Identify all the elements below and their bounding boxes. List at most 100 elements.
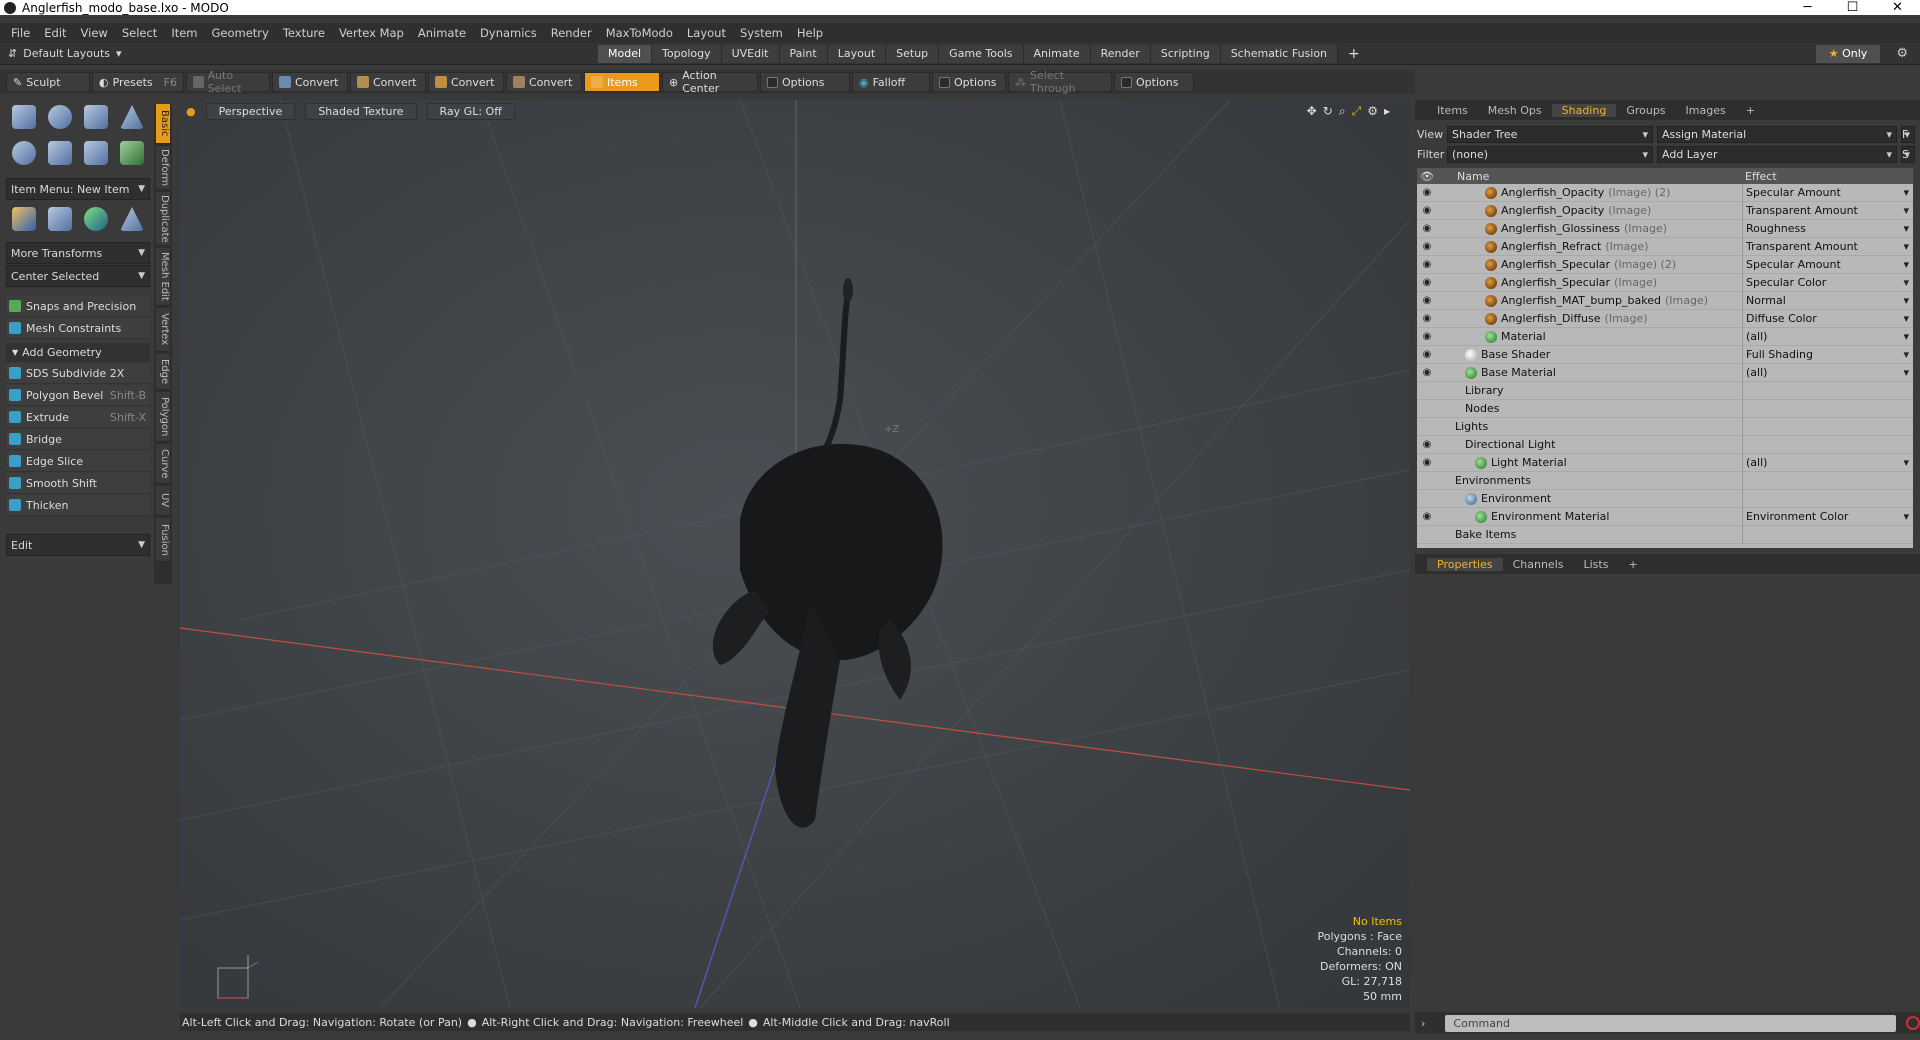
tool-extrude[interactable]: Extrude Shift-X: [6, 407, 150, 428]
menu-layout[interactable]: Layout: [680, 26, 733, 40]
row-effect[interactable]: Transparent Amount: [1742, 237, 1913, 256]
grid-icon[interactable]: [48, 207, 72, 231]
presets-button[interactable]: ◐ Presets F6: [92, 72, 184, 92]
vtab-deform[interactable]: Deform: [156, 146, 170, 190]
default-layouts-dropdown[interactable]: ⇵ Default Layouts ▾: [8, 47, 598, 60]
tab-properties[interactable]: Properties: [1427, 557, 1503, 571]
more-transforms-dropdown[interactable]: More Transforms ▼: [6, 242, 150, 264]
vtab-uv[interactable]: UV: [156, 486, 170, 516]
auto-select-button[interactable]: Auto Select: [186, 69, 270, 95]
shader-tree-row[interactable]: Environments: [1417, 471, 1913, 490]
shader-tree-row[interactable]: ◉ Anglerfish_Opacity (Image) Transparent Am…: [1417, 201, 1913, 220]
tab-setup[interactable]: Setup: [886, 44, 940, 63]
shader-tree-row[interactable]: ◉ Directional Light: [1417, 435, 1913, 454]
falloff-options-button[interactable]: Options: [932, 72, 1006, 92]
shader-tree-row[interactable]: Environment: [1417, 489, 1913, 508]
vtab-vertex[interactable]: Vertex: [156, 308, 170, 352]
visibility-eye-icon[interactable]: ◉: [1417, 223, 1437, 234]
visibility-eye-icon[interactable]: ◉: [1417, 241, 1437, 252]
row-effect[interactable]: Roughness: [1742, 219, 1913, 238]
shader-tree-row[interactable]: ◉ Light Material (all): [1417, 453, 1913, 472]
layout-switch-icon[interactable]: ⇵: [8, 47, 17, 60]
tab-uvedit[interactable]: UVEdit: [721, 44, 780, 63]
shader-tree-row[interactable]: ◉ Base Shader Full Shading: [1417, 345, 1913, 364]
tab-groups[interactable]: Groups: [1616, 104, 1675, 117]
vtab-fusion[interactable]: Fusion: [156, 518, 170, 562]
view-dropdown[interactable]: Shader Tree: [1447, 125, 1653, 143]
assign-material-dropdown[interactable]: Assign Material: [1657, 125, 1897, 143]
visibility-eye-icon[interactable]: ◉: [1417, 457, 1437, 468]
menu-render[interactable]: Render: [544, 26, 599, 40]
mesh-constraints-button[interactable]: Mesh Constraints: [6, 318, 150, 339]
visibility-eye-icon[interactable]: ◉: [1417, 511, 1437, 522]
shader-tree-row[interactable]: Bake Items: [1417, 525, 1913, 544]
menu-help[interactable]: Help: [790, 26, 830, 40]
add-tab-button[interactable]: +: [1348, 46, 1360, 62]
pan-icon[interactable]: ✥: [1307, 104, 1317, 119]
tab-paint[interactable]: Paint: [779, 44, 828, 63]
shader-tree-row[interactable]: ◉ Environment Material Environment Color: [1417, 507, 1913, 526]
visibility-eye-icon[interactable]: ◉: [1417, 277, 1437, 288]
visibility-eye-icon[interactable]: ◉: [1417, 259, 1437, 270]
rotate-icon[interactable]: ↻: [1323, 104, 1333, 119]
close-button[interactable]: ✕: [1875, 0, 1920, 15]
gear-icon[interactable]: ⚙: [1896, 46, 1908, 61]
row-effect[interactable]: Full Shading: [1742, 345, 1913, 364]
tool-bridge[interactable]: Bridge: [6, 429, 150, 450]
add-geometry-header[interactable]: ▼ Add Geometry: [6, 343, 150, 362]
visibility-eye-icon[interactable]: ◉: [1417, 439, 1437, 450]
shader-tree-row[interactable]: ◉ Anglerfish_MAT_bump_baked (Image) Normal: [1417, 291, 1913, 310]
convert-vertex-button[interactable]: Convert: [272, 72, 348, 92]
select-options-button[interactable]: Options: [1114, 72, 1194, 92]
viewport-menu-dot-icon[interactable]: ●: [186, 105, 196, 118]
tool-polygon-bevel[interactable]: Polygon Bevel Shift-B: [6, 385, 150, 406]
tab-game-tools[interactable]: Game Tools: [939, 44, 1024, 63]
pyramid-icon[interactable]: [120, 207, 144, 231]
row-effect[interactable]: Diffuse Color: [1742, 309, 1913, 328]
fit-icon[interactable]: ⤢: [1352, 104, 1362, 119]
tool-smooth-shift[interactable]: Smooth Shift: [6, 473, 150, 494]
cone-icon[interactable]: [120, 105, 144, 129]
row-effect[interactable]: (all): [1742, 453, 1913, 472]
row-effect[interactable]: Normal: [1742, 291, 1913, 310]
f-button[interactable]: F: [1901, 125, 1915, 143]
vtab-curve[interactable]: Curve: [156, 444, 170, 484]
tab-images[interactable]: Images: [1676, 104, 1736, 117]
visibility-eye-icon[interactable]: ◉: [1417, 205, 1437, 216]
zoom-icon[interactable]: ⌕: [1339, 104, 1346, 119]
menu-animate[interactable]: Animate: [411, 26, 473, 40]
shading-dropdown[interactable]: Shaded Texture: [305, 102, 417, 120]
shader-tree-row[interactable]: ◉ Anglerfish_Specular (Image) (2) Specular …: [1417, 255, 1913, 274]
menu-dynamics[interactable]: Dynamics: [473, 26, 544, 40]
minimize-button[interactable]: ─: [1785, 0, 1830, 15]
vtab-polygon[interactable]: Polygon: [156, 392, 170, 442]
menu-view[interactable]: View: [74, 26, 115, 40]
row-effect[interactable]: Transparent Amount: [1742, 201, 1913, 220]
tab-animate[interactable]: Animate: [1023, 44, 1091, 63]
cube-icon[interactable]: [12, 105, 36, 129]
only-toggle[interactable]: ★ Only: [1816, 45, 1880, 63]
menu-file[interactable]: File: [4, 26, 37, 40]
move-icon[interactable]: [12, 207, 36, 231]
cylinder-icon[interactable]: [84, 105, 108, 129]
convert-item-button[interactable]: Convert: [506, 72, 582, 92]
menu-texture[interactable]: Texture: [276, 26, 332, 40]
menu-maxtomodo[interactable]: MaxToModo: [599, 26, 680, 40]
tube-icon[interactable]: [48, 141, 72, 165]
row-effect[interactable]: Environment Color: [1742, 507, 1913, 526]
tool-edge-slice[interactable]: Edge Slice: [6, 451, 150, 472]
row-effect[interactable]: (all): [1742, 363, 1913, 382]
vtab-duplicate[interactable]: Duplicate: [156, 192, 170, 246]
tab-scripting[interactable]: Scripting: [1150, 44, 1221, 63]
shader-tree-row[interactable]: ◉ Material (all): [1417, 327, 1913, 346]
convert-polygon-button[interactable]: Convert: [428, 72, 504, 92]
tab-model[interactable]: Model: [598, 44, 653, 63]
row-effect[interactable]: Specular Amount: [1742, 183, 1913, 202]
vtab-mesh-edit[interactable]: Mesh Edit: [156, 248, 170, 306]
items-mode-button[interactable]: Items: [584, 72, 660, 92]
center-selected-dropdown[interactable]: Center Selected ▼: [6, 265, 150, 287]
select-through-button[interactable]: ⁂ Select Through: [1008, 69, 1112, 95]
convert-edge-button[interactable]: Convert: [350, 72, 426, 92]
row-effect[interactable]: Specular Color: [1742, 273, 1913, 292]
row-effect[interactable]: Specular Amount: [1742, 255, 1913, 274]
